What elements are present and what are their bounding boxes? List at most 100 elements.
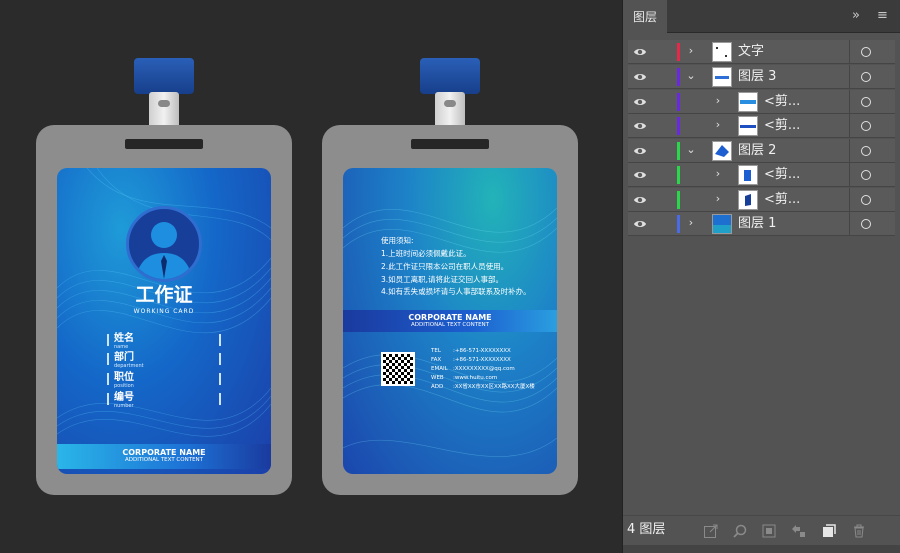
target-divider — [849, 139, 850, 163]
contact-value: :www.huitu.com — [453, 375, 498, 381]
front-banner: CORPORATE NAME ADDITIONAL TEXT CONTENT — [57, 444, 271, 469]
visibility-eye-icon[interactable] — [633, 145, 647, 157]
card-subtitle: WORKING CARD — [133, 308, 195, 315]
layer-color-bar — [677, 68, 680, 86]
chevron-right-icon[interactable]: › — [713, 193, 723, 205]
chevron-down-icon[interactable]: ⌄ — [686, 144, 696, 156]
layer-thumbnail — [712, 42, 732, 62]
qr-code — [381, 352, 415, 386]
locate-icon[interactable] — [732, 523, 748, 539]
chevron-right-icon[interactable]: › — [686, 45, 696, 57]
target-divider — [849, 65, 850, 89]
contact-value: :+86-571-XXXXXXXX — [453, 348, 511, 354]
field-label-name: 姓名 — [114, 333, 134, 344]
panel-menu-icon[interactable]: ≡ — [877, 8, 888, 24]
layer-color-bar — [677, 43, 680, 61]
field-label-number: 编号 — [114, 392, 134, 403]
field-sub-number: number — [114, 403, 134, 409]
back-banner-title: CORPORATE NAME — [408, 313, 492, 322]
front-card[interactable]: 工作证 WORKING CARD 姓名 name 部门 department 职… — [57, 168, 271, 474]
target-circle-icon[interactable] — [861, 97, 871, 107]
qr-code-icon — [383, 354, 413, 384]
artboard-canvas[interactable]: 工作证 WORKING CARD 姓名 name 部门 department 职… — [0, 0, 622, 553]
notice-title: 使用须知: — [381, 236, 414, 245]
visibility-eye-icon[interactable] — [633, 46, 647, 58]
target-circle-icon[interactable] — [861, 121, 871, 131]
target-circle-icon[interactable] — [861, 219, 871, 229]
panel-scrollbar[interactable] — [623, 545, 900, 553]
tab-layers[interactable]: 图层 — [623, 0, 667, 33]
layer-name[interactable]: 图层 2 — [738, 141, 776, 161]
field-marker-left — [107, 334, 109, 346]
back-banner-subtitle: ADDITIONAL TEXT CONTENT — [410, 322, 490, 328]
visibility-eye-icon[interactable] — [633, 194, 647, 206]
target-circle-icon[interactable] — [861, 170, 871, 180]
notice-item: 2.此工作证只限本公司在职人员使用。 — [381, 262, 509, 271]
chevron-down-icon[interactable]: ⌄ — [686, 70, 696, 82]
chevron-right-icon[interactable]: › — [713, 119, 723, 131]
front-banner-title: CORPORATE NAME — [122, 448, 206, 457]
collapse-panel-icon[interactable]: » — [852, 8, 860, 24]
layer-name[interactable]: 图层 1 — [738, 214, 776, 234]
layer-row[interactable]: ⌄ 图层 2 — [628, 139, 895, 163]
badge-clip-right — [420, 58, 480, 94]
layer-name[interactable]: 图层 3 — [738, 67, 776, 87]
layer-name[interactable]: <剪... — [764, 165, 800, 185]
layer-name[interactable]: 文字 — [738, 42, 764, 62]
layer-thumbnail — [738, 116, 758, 136]
layer-row[interactable]: ⌄ 图层 3 — [628, 65, 895, 89]
layer-color-bar — [677, 215, 680, 233]
contact-tel: TEL:+86-571-XXXXXXXX — [431, 348, 511, 354]
contact-email: EMAIL:XXXXXXXXX@qq.com — [431, 366, 515, 372]
field-label-department: 部门 — [114, 352, 134, 363]
layer-color-bar — [677, 191, 680, 209]
contact-value: :XXXXXXXXX@qq.com — [453, 366, 515, 372]
chevron-right-icon[interactable]: › — [686, 217, 696, 229]
back-banner: CORPORATE NAME ADDITIONAL TEXT CONTENT — [343, 310, 557, 332]
notice-item: 1.上班时间必须佩戴此证。 — [381, 249, 471, 258]
notice-item: 4.如有丢失或损坏请与人事部联系及时补办。 — [381, 287, 531, 296]
target-circle-icon[interactable] — [861, 195, 871, 205]
new-layer-icon[interactable] — [821, 523, 837, 539]
contact-key: FAX — [431, 357, 442, 363]
avatar-placeholder — [126, 206, 202, 282]
field-sub-name: name — [114, 344, 129, 350]
layer-color-bar — [677, 93, 680, 111]
field-sub-department: department — [114, 363, 144, 369]
layer-row[interactable]: › 图层 1 — [628, 212, 895, 236]
visibility-eye-icon[interactable] — [633, 96, 647, 108]
layer-name[interactable]: <剪... — [764, 190, 800, 210]
chevron-right-icon[interactable]: › — [713, 95, 723, 107]
layer-name[interactable]: <剪... — [764, 116, 800, 136]
field-marker-left — [107, 393, 109, 405]
field-marker-left — [107, 373, 109, 385]
layer-row[interactable]: › 文字 — [628, 40, 895, 64]
contact-key: ADD — [431, 384, 444, 390]
layers-panel: 图层 » ≡ › 文字 ⌄ 图层 3 › <剪... › <剪... ⌄ 图层 … — [622, 0, 900, 553]
target-circle-icon[interactable] — [861, 146, 871, 156]
layer-name[interactable]: <剪... — [764, 92, 800, 112]
chevron-right-icon[interactable]: › — [713, 168, 723, 180]
panel-tab-bar: 图层 » ≡ — [623, 0, 900, 49]
contact-value: :+86-571-XXXXXXXX — [453, 357, 511, 363]
contact-fax: FAX :+86-571-XXXXXXXX — [431, 357, 511, 363]
visibility-eye-icon[interactable] — [633, 169, 647, 181]
delete-icon[interactable] — [851, 523, 867, 539]
layer-row[interactable]: › <剪... — [628, 114, 895, 138]
back-card[interactable]: 使用须知: 1.上班时间必须佩戴此证。 2.此工作证只限本公司在职人员使用。 3… — [343, 168, 557, 474]
target-circle-icon[interactable] — [861, 72, 871, 82]
target-circle-icon[interactable] — [861, 47, 871, 57]
layer-row[interactable]: › <剪... — [628, 188, 895, 212]
sublayer-icon[interactable] — [790, 523, 806, 539]
layer-thumbnail — [738, 190, 758, 210]
contact-key: WEB — [431, 375, 444, 381]
visibility-eye-icon[interactable] — [633, 218, 647, 230]
field-marker-right — [219, 373, 221, 385]
clipping-mask-icon[interactable] — [761, 523, 777, 539]
visibility-eye-icon[interactable] — [633, 120, 647, 132]
export-icon[interactable] — [703, 523, 719, 539]
layer-row[interactable]: › <剪... — [628, 90, 895, 114]
card-title: 工作证 — [135, 284, 193, 306]
layer-row[interactable]: › <剪... — [628, 163, 895, 187]
visibility-eye-icon[interactable] — [633, 71, 647, 83]
